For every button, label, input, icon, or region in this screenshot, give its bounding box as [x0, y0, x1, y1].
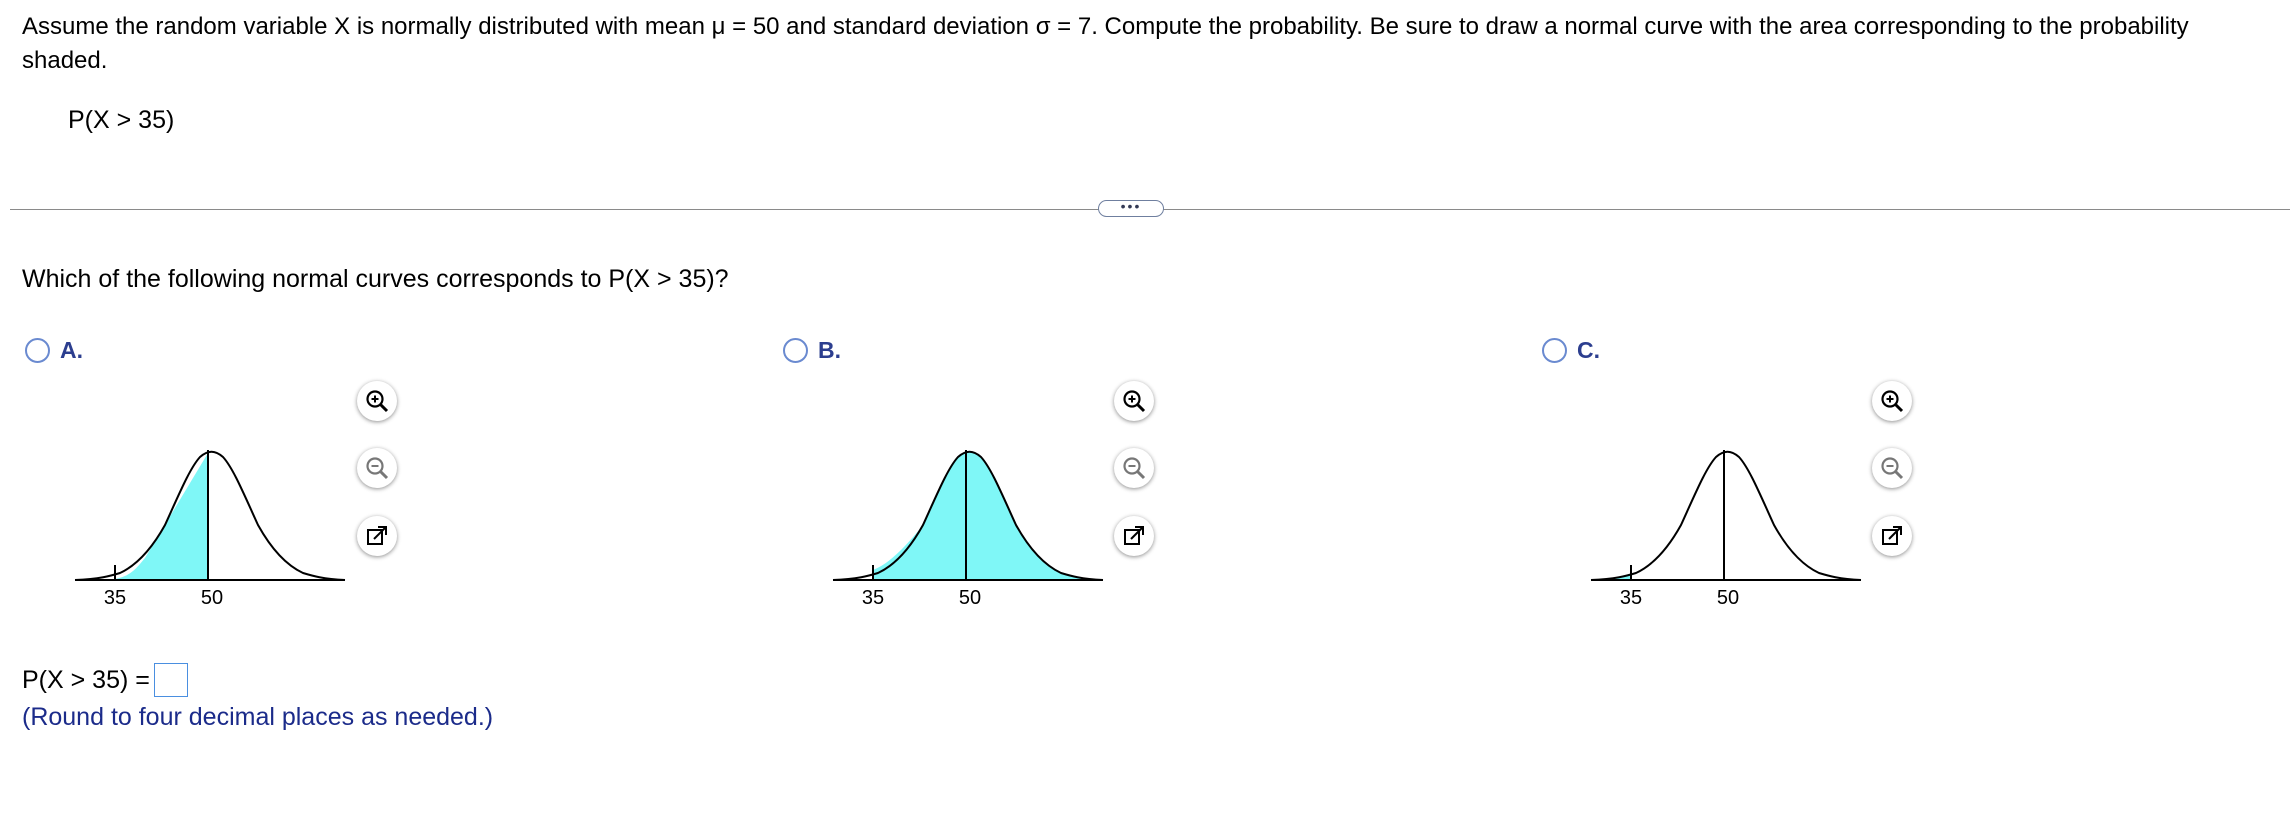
option-b-label: B.: [818, 337, 841, 363]
radio-option-c[interactable]: [1542, 338, 1567, 363]
curve-line-c: [1590, 450, 1862, 581]
zoom-in-icon: [366, 390, 389, 413]
option-b[interactable]: B.: [783, 337, 841, 364]
option-c-label: C.: [1577, 337, 1600, 363]
option-c[interactable]: C.: [1542, 337, 1600, 364]
normal-curve-option-c: 35 50: [1590, 450, 1862, 609]
answer-input[interactable]: [153, 663, 188, 697]
question-text: Assume the random variable X is normally…: [22, 13, 2189, 74]
shaded-region-a: [115, 453, 208, 580]
zoom-out-button-c[interactable]: [1872, 448, 1912, 488]
subquestion-text: Which of the following normal curves cor…: [22, 265, 729, 293]
zoom-out-button-b[interactable]: [1114, 448, 1154, 488]
shaded-region-b: [873, 451, 1103, 580]
open-external-icon: [1124, 526, 1144, 545]
zoom-out-icon: [1881, 457, 1904, 480]
curve-line-a: [74, 450, 346, 581]
zoom-in-icon: [1123, 390, 1146, 413]
normal-curve-option-b: 35 50: [832, 450, 1104, 609]
answer-line: P(X > 35) =: [22, 663, 188, 697]
open-external-icon: [367, 526, 387, 545]
rounding-note: (Round to four decimal places as needed.…: [22, 703, 494, 731]
answer-prefix: P(X > 35) =: [22, 665, 150, 694]
zoom-out-button-a[interactable]: [357, 448, 397, 488]
zoom-out-icon: [1123, 457, 1146, 480]
tick-label-35-b: 35: [862, 587, 884, 609]
open-external-icon: [1882, 526, 1902, 545]
zoom-in-button-b[interactable]: [1114, 381, 1154, 421]
open-external-button-a[interactable]: [357, 516, 397, 556]
expand-more-button[interactable]: •••: [1098, 199, 1164, 217]
probability-expression: P(X > 35): [68, 106, 175, 134]
tick-label-50-a: 50: [201, 587, 223, 609]
normal-curve-option-a: 35 50: [74, 450, 346, 609]
tick-label-35-a: 35: [104, 587, 126, 609]
zoom-in-button-a[interactable]: [357, 381, 397, 421]
tick-label-35-c: 35: [1620, 587, 1642, 609]
tick-label-50-c: 50: [1717, 587, 1739, 609]
open-external-button-b[interactable]: [1114, 516, 1154, 556]
zoom-out-icon: [366, 457, 389, 480]
radio-option-a[interactable]: [25, 338, 50, 363]
zoom-in-icon: [1881, 390, 1904, 413]
option-a[interactable]: A.: [25, 337, 83, 364]
tick-label-50-b: 50: [959, 587, 981, 609]
zoom-in-button-c[interactable]: [1872, 381, 1912, 421]
radio-option-b[interactable]: [783, 338, 808, 363]
open-external-button-c[interactable]: [1872, 516, 1912, 556]
option-a-label: A.: [60, 337, 83, 363]
